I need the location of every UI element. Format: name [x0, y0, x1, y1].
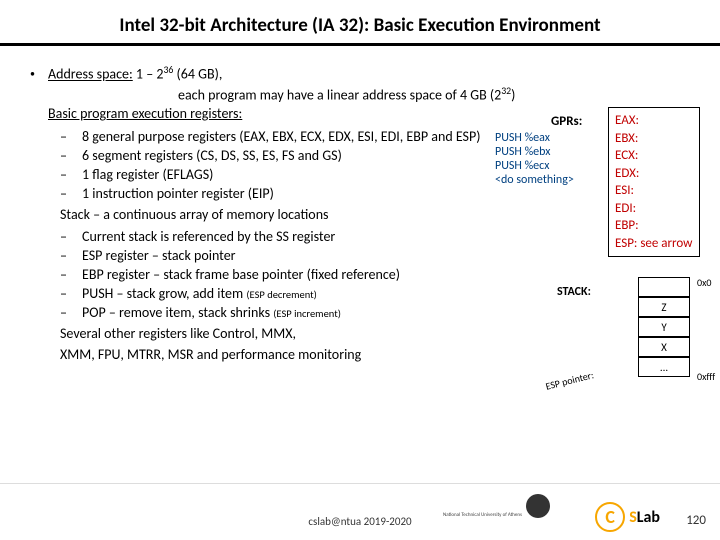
title-underline — [0, 43, 720, 46]
register-box: EAX:EBX:ECX:EDX:ESI:EDI:EBP:ESP: see arr… — [608, 107, 700, 257]
stack-addr-bottom: 0xfff — [697, 370, 715, 383]
list-item: –PUSH – stack grow, add item (ESP decrem… — [60, 285, 708, 304]
footer-divider — [0, 483, 720, 484]
page-number: 120 — [686, 513, 706, 528]
logo-c-icon: C — [595, 502, 625, 532]
gprs-label: GPRs: — [551, 114, 582, 129]
esp-pointer-label: ESP pointer: — [544, 368, 595, 393]
registers-sublist: –8 general purpose registers (EAX, EBX, … — [30, 128, 708, 204]
push-instructions: PUSH %eaxPUSH %ebxPUSH %ecx<do something… — [495, 131, 574, 187]
other-registers-l1: Several other registers like Control, MM… — [30, 325, 708, 344]
stack-diagram: ZYX... — [638, 277, 690, 377]
footer: National Technical University of Athens … — [0, 480, 720, 540]
university-seal-icon — [526, 494, 550, 518]
stack-sublist: –Current stack is referenced by the SS r… — [30, 228, 708, 322]
stack-label: STACK: — [557, 285, 591, 299]
list-item: –EBP register – stack frame base pointer… — [60, 266, 708, 285]
other-registers-l2: XMM, FPU, MTRR, MSR and performance moni… — [30, 346, 708, 365]
cslab-logo: C SLab — [595, 502, 660, 532]
address-space-line1: Address space: 1 – 236 (64 GB), — [48, 64, 708, 85]
footer-text: cslab@ntua 2019-2020 — [308, 515, 411, 528]
stack-heading: Stack – a continuous array of memory loc… — [30, 206, 708, 225]
list-item: –POP – remove item, stack shrinks (ESP i… — [60, 304, 708, 323]
university-label: National Technical University of Athens — [443, 513, 522, 519]
stack-addr-top: 0x0 — [697, 276, 711, 289]
logo-text: SLab — [629, 508, 660, 527]
slide-title: Intel 32-bit Architecture (IA 32): Basic… — [0, 0, 720, 43]
bullet-icon: • — [30, 64, 48, 124]
address-space-line2: each program may have a linear address s… — [48, 85, 708, 106]
